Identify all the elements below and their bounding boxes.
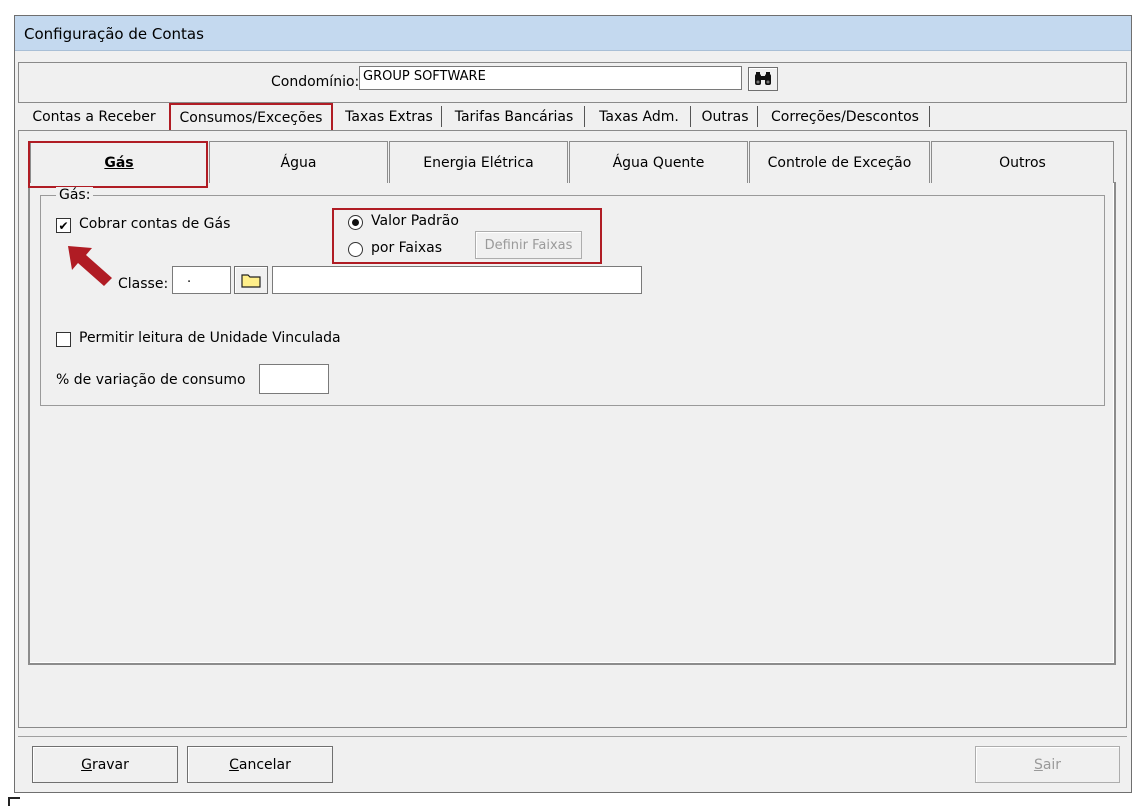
radio-por-faixas[interactable] xyxy=(348,242,363,257)
cancelar-button[interactable]: Cancelar xyxy=(187,746,333,783)
variacao-input[interactable] xyxy=(259,364,329,394)
tab-separator xyxy=(584,106,585,127)
tab-separator xyxy=(441,106,442,127)
radio-valor-padrao[interactable] xyxy=(348,215,363,230)
classe-folder-button[interactable] xyxy=(234,266,268,294)
sair-rest: air xyxy=(1042,756,1062,773)
condominio-input[interactable]: GROUP SOFTWARE xyxy=(359,66,742,90)
cobrar-checkbox[interactable]: ✔ xyxy=(56,218,71,233)
tab-tarifas-bancarias[interactable]: Tarifas Bancárias xyxy=(448,104,580,129)
cancelar-label: Cancelar xyxy=(229,757,291,773)
classe-code-input[interactable]: . xyxy=(172,266,231,294)
gravar-label: Gravar xyxy=(81,757,129,773)
bottom-divider xyxy=(18,736,1127,737)
variacao-label: % de variação de consumo xyxy=(56,372,246,388)
tab-taxas-extras[interactable]: Taxas Extras xyxy=(339,104,439,129)
subtab-outros[interactable]: Outros xyxy=(931,141,1114,183)
definir-faixas-button[interactable]: Definir Faixas xyxy=(475,231,582,259)
cobrar-label: Cobrar contas de Gás xyxy=(79,216,231,232)
tab-separator xyxy=(929,106,930,127)
cancelar-rest: ancelar xyxy=(238,756,291,773)
subtab-agua-quente[interactable]: Água Quente xyxy=(569,141,748,183)
annotation-arrow-icon xyxy=(68,246,112,286)
folder-icon xyxy=(241,274,261,288)
window-title: Configuração de Contas xyxy=(24,25,204,43)
condominio-label: Condomínio: xyxy=(271,74,360,90)
binoculars-icon xyxy=(755,72,771,85)
permitir-leitura-label: Permitir leitura de Unidade Vinculada xyxy=(79,330,341,346)
subtab-agua[interactable]: Água xyxy=(209,141,388,183)
subtab-controle-de-excecao[interactable]: Controle de Exceção xyxy=(749,141,930,183)
tab-correcoes-descontos[interactable]: Correções/Descontos xyxy=(764,104,926,129)
permitir-leitura-checkbox[interactable] xyxy=(56,332,71,347)
sair-first: S xyxy=(1033,756,1043,773)
radio-por-faixas-label: por Faixas xyxy=(371,240,443,256)
sair-button[interactable]: Sair xyxy=(975,746,1120,783)
cancelar-first: C xyxy=(229,756,239,773)
condominio-search-button[interactable] xyxy=(748,67,778,91)
classe-label: Classe: xyxy=(118,276,169,292)
gravar-rest: ravar xyxy=(91,756,129,773)
radio-valor-padrao-label: Valor Padrão xyxy=(371,213,459,229)
tab-consumos-excecoes[interactable]: Consumos/Exceções xyxy=(169,103,333,133)
tab-outras[interactable]: Outras xyxy=(697,104,753,129)
gravar-first: G xyxy=(81,756,92,773)
gas-group-label: Gás: xyxy=(56,187,94,203)
tab-separator xyxy=(690,106,691,127)
corner-mark xyxy=(8,797,20,806)
tab-separator xyxy=(757,106,758,127)
classe-description-input[interactable] xyxy=(272,266,642,294)
tab-contas-a-receber[interactable]: Contas a Receber xyxy=(28,104,160,129)
sair-label: Sair xyxy=(1034,757,1061,773)
subtab-gas-highlight xyxy=(28,141,208,188)
tab-taxas-adm[interactable]: Taxas Adm. xyxy=(591,104,687,129)
gravar-button[interactable]: Gravar xyxy=(32,746,178,783)
subtab-energia-eletrica[interactable]: Energia Elétrica xyxy=(389,141,568,183)
